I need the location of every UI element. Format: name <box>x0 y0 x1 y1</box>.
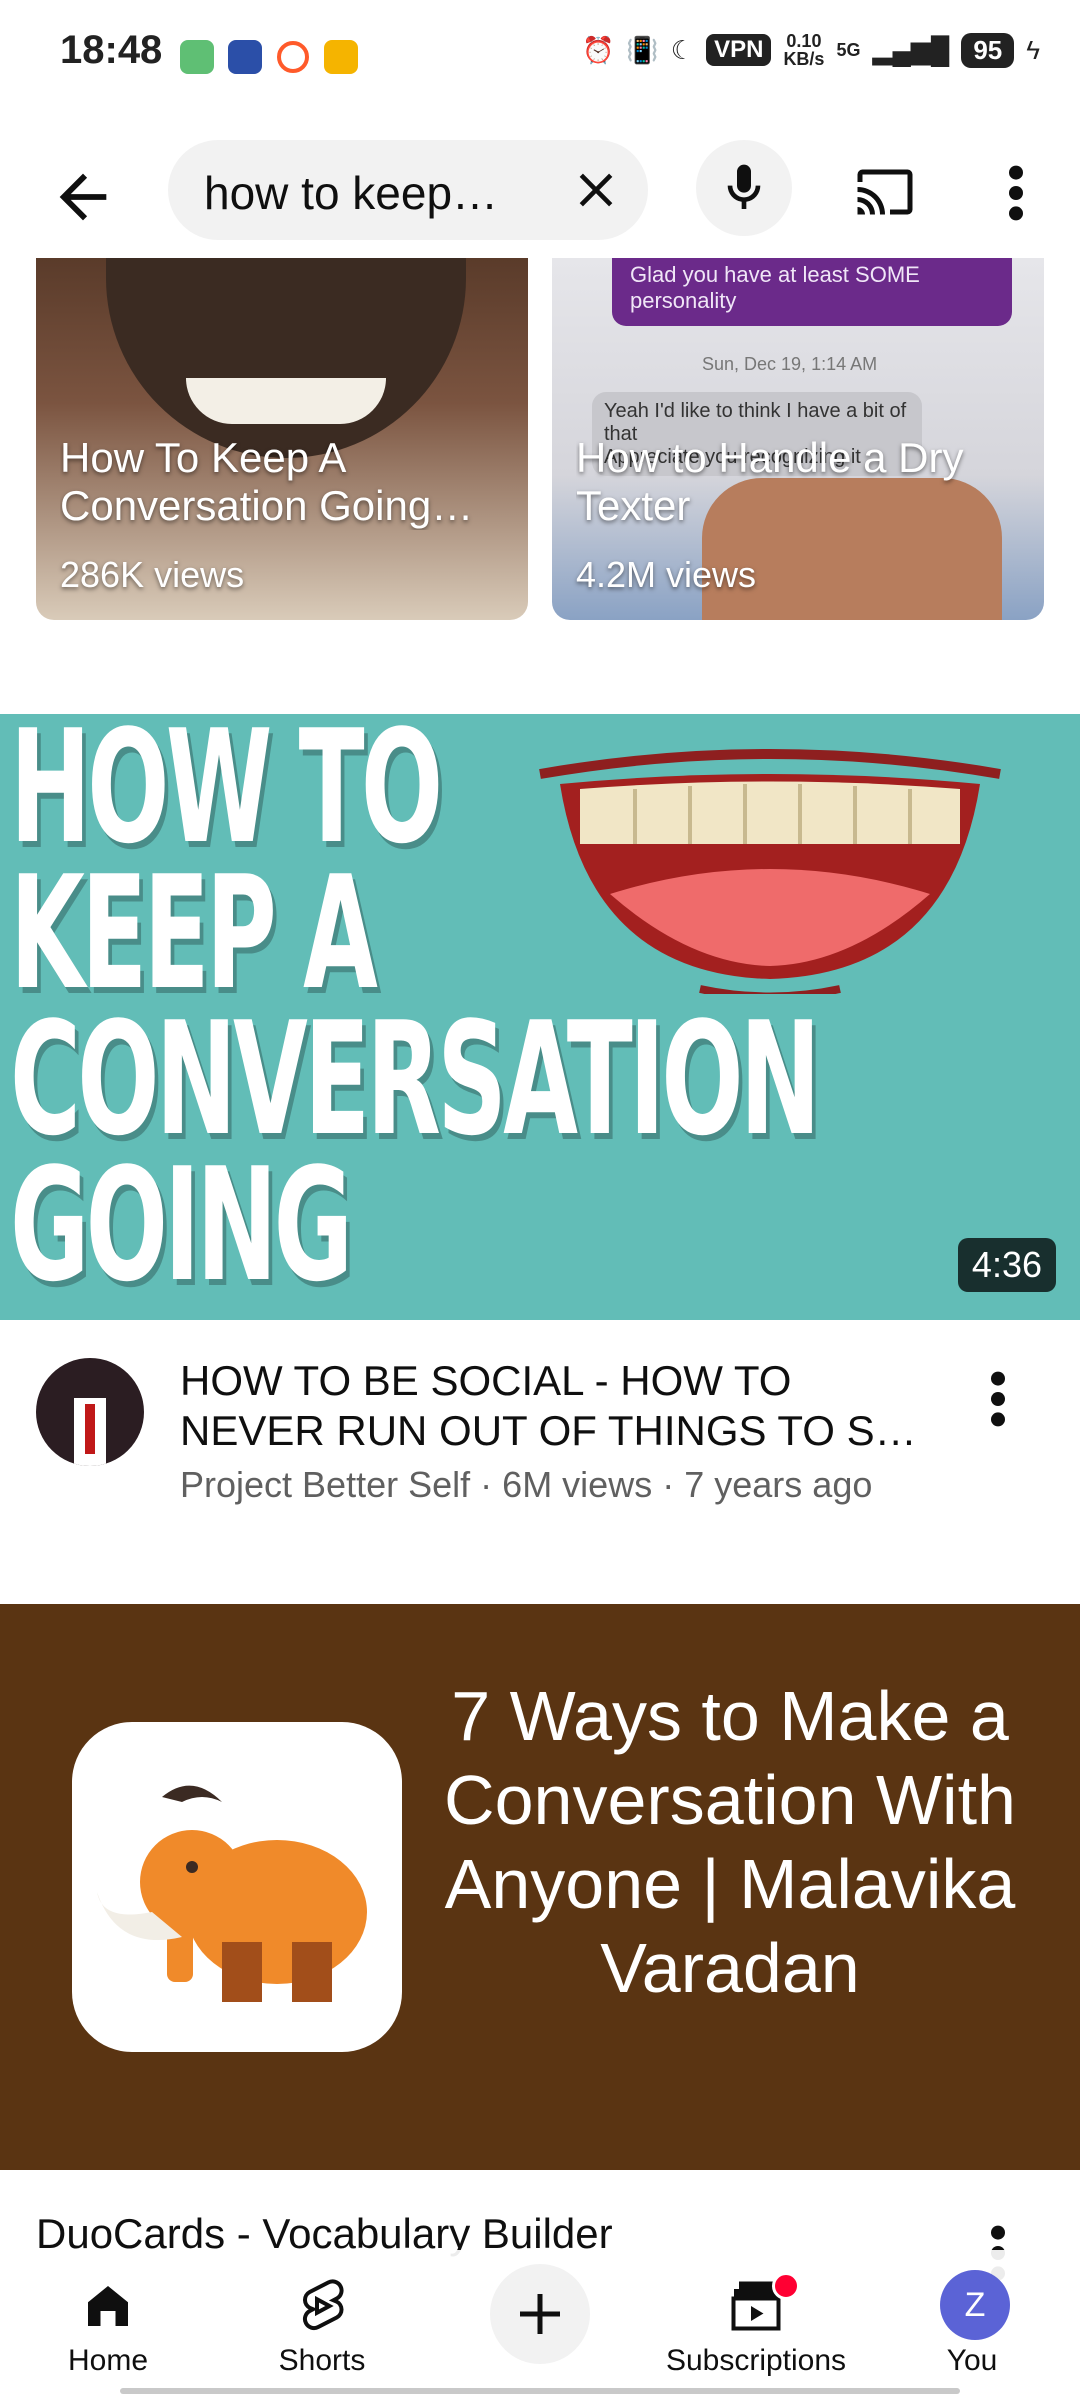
nav-home[interactable]: Home <box>8 2250 208 2400</box>
network-speed: 0.10 KB/s <box>783 31 825 69</box>
search-bar[interactable]: how to keep… <box>168 140 648 240</box>
app-icon <box>72 1722 402 2052</box>
vpn-badge: VPN <box>706 34 772 66</box>
status-time: 18:48 <box>60 28 163 72</box>
search-header: how to keep… <box>0 110 1080 260</box>
video-info: HOW TO BE SOCIAL - HOW TO NEVER RUN OUT … <box>0 1320 1080 1520</box>
app-notification-icon <box>324 40 358 74</box>
dnd-moon-icon: ☾ <box>670 34 695 65</box>
status-bar: 18:48 ⏰ 📳 ☾ VPN 0.10 KB/s 5G ▂▄▆█ 95 ϟ <box>0 0 1080 110</box>
thumbnail-chat-date: Sun, Dec 19, 1:14 AM <box>702 354 878 374</box>
search-query[interactable]: how to keep… <box>204 166 544 220</box>
network-type: 5G <box>836 39 861 60</box>
mouth-illustration <box>539 749 1001 994</box>
voice-search-button[interactable] <box>696 140 792 236</box>
thumbnail-text: HOW TO KEEP A CONVERSATION GOING <box>10 714 821 1316</box>
video-duration: 4:36 <box>957 1238 1056 1292</box>
nav-home-label: Home <box>67 2344 149 2377</box>
more-vert-icon <box>991 1371 1005 1427</box>
nav-you-label: You <box>946 2344 998 2377</box>
channel-name: Project Better Self <box>180 1464 471 1505</box>
close-icon <box>579 173 613 207</box>
video-title[interactable]: HOW TO BE SOCIAL - HOW TO NEVER RUN OUT … <box>180 1356 920 1456</box>
user-avatar: Z <box>940 2270 1010 2340</box>
short-title: How to Handle a Dry Texter <box>576 434 964 529</box>
bottom-navigation: Home Shorts Subscriptions Z You <box>0 2250 1080 2400</box>
notification-dot <box>772 2272 800 2300</box>
channel-avatar[interactable] <box>36 1358 144 1466</box>
video-metadata: Project Better Self · 6M views · 7 years… <box>180 1464 872 1506</box>
mammoth-icon <box>97 1785 367 2002</box>
nav-shorts-label: Shorts <box>278 2344 366 2377</box>
app-notification-icon <box>228 40 262 74</box>
signal-icon: ▂▄▆█ <box>872 34 950 65</box>
ad-banner[interactable]: 7 Ways to Make a Conversation With Anyon… <box>0 1604 1080 2170</box>
ad-headline: 7 Ways to Make a Conversation With Anyon… <box>444 1677 1016 2007</box>
vibrate-icon: 📳 <box>626 34 659 65</box>
short-thumbnail-image <box>106 258 466 458</box>
nav-subscriptions-label: Subscriptions <box>665 2344 847 2377</box>
video-more-button[interactable] <box>980 1364 1016 1434</box>
back-button[interactable] <box>48 162 118 232</box>
separator: · <box>480 1464 493 1505</box>
upload-age: 7 years ago <box>684 1464 873 1505</box>
separator: · <box>662 1464 675 1505</box>
arrow-left-icon <box>59 173 107 221</box>
cast-button[interactable] <box>850 162 920 222</box>
cast-icon <box>857 169 913 215</box>
view-count: 6M views <box>502 1464 653 1505</box>
clear-search-button[interactable] <box>568 162 624 218</box>
plus-icon <box>520 2294 560 2334</box>
short-views: 286K views <box>60 554 245 595</box>
video-thumbnail[interactable]: HOW TO KEEP A CONVERSATION GOING 4:36 <box>0 714 1080 1320</box>
thumbnail-detail <box>186 378 386 424</box>
nav-shorts[interactable]: Shorts <box>222 2250 422 2400</box>
avatar-tie <box>85 1404 95 1454</box>
more-vert-icon <box>1009 165 1023 221</box>
gesture-bar[interactable] <box>120 2388 960 2394</box>
shorts-shelf: How To Keep A Conversation Going… 286K v… <box>36 258 1044 620</box>
nav-create-button[interactable] <box>440 2250 640 2400</box>
more-options-button[interactable] <box>996 158 1036 228</box>
battery-level: 95 <box>961 32 1015 68</box>
app-notification-icon <box>180 40 214 74</box>
alarm-icon: ⏰ <box>582 34 615 65</box>
notification-icons <box>180 40 358 74</box>
nav-you[interactable]: Z You <box>872 2250 1072 2400</box>
thumbnail-chat-bubble: Glad you have at least SOME personality <box>612 258 1012 326</box>
home-icon <box>88 2286 128 2326</box>
short-title: How To Keep A Conversation Going… <box>60 434 474 529</box>
short-views: 4.2M views <box>576 554 757 595</box>
charging-icon: ϟ <box>1026 34 1040 65</box>
shorts-icon <box>302 2279 344 2331</box>
short-card[interactable]: How To Keep A Conversation Going… 286K v… <box>36 258 528 620</box>
app-notification-icon <box>277 41 309 73</box>
nav-subscriptions[interactable]: Subscriptions <box>656 2250 856 2400</box>
short-card[interactable]: Glad you have at least SOME personality … <box>552 258 1044 620</box>
status-indicators: ⏰ 📳 ☾ VPN 0.10 KB/s 5G ▂▄▆█ 95 ϟ <box>582 32 1040 68</box>
microphone-icon <box>727 164 761 209</box>
